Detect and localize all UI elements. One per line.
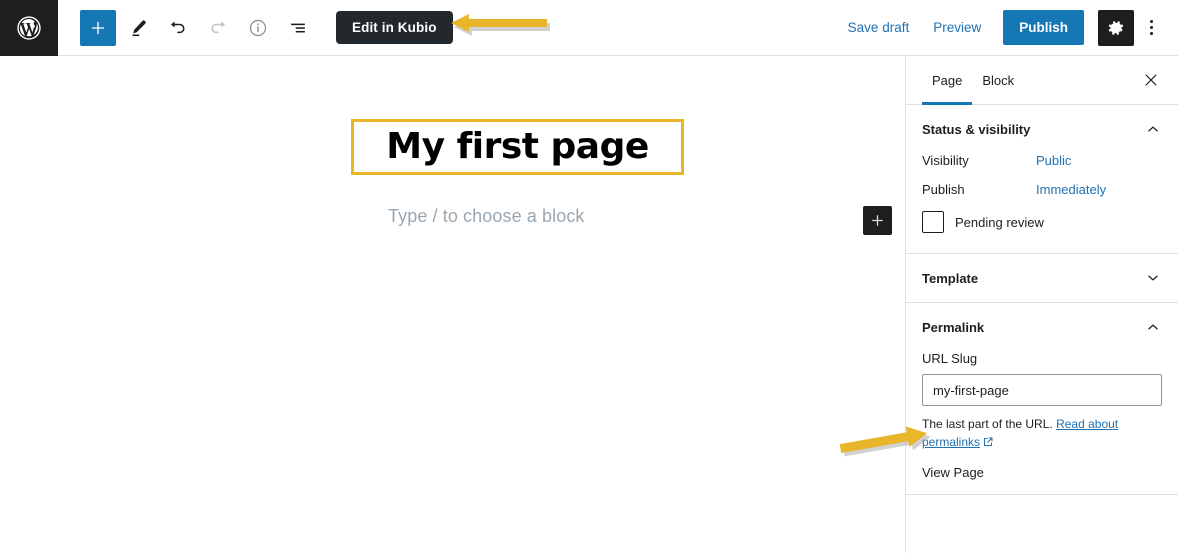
panel-template: Template [906,254,1178,303]
panel-template-toggle[interactable]: Template [922,254,1162,302]
publish-date-button[interactable]: Immediately [1036,182,1106,197]
plus-icon [872,215,883,226]
tab-block[interactable]: Block [972,56,1024,104]
redo-arrow-icon [211,20,226,33]
settings-sidebar: Page Block Status & visibility Visibilit… [906,56,1178,553]
permalink-help-prefix: The last part of the URL. [922,417,1053,431]
undo-button[interactable] [160,10,196,46]
editor-canvas: My first page Type / to choose a block [0,56,906,553]
publish-button[interactable]: Publish [1003,10,1084,45]
preview-button[interactable]: Preview [921,12,993,43]
panel-status-and-visibility: Status & visibility Visibility Public Pu… [906,105,1178,254]
panel-status-and-visibility-toggle[interactable]: Status & visibility [922,105,1162,153]
tab-page[interactable]: Page [922,56,973,105]
permalink-help-text: The last part of the URL. Read about per… [922,415,1162,451]
info-circle-icon [249,19,267,36]
url-slug-input[interactable] [922,374,1162,406]
post-title-highlight: My first page [351,119,684,175]
plus-icon [92,21,104,34]
edit-tools-mode[interactable] [120,10,156,46]
block-inserter-toggle[interactable] [80,9,116,46]
gear-icon [1108,20,1124,35]
paragraph-block-placeholder[interactable]: Type / to choose a block [388,206,585,227]
undo-arrow-icon [170,20,185,33]
save-draft-button[interactable]: Save draft [836,12,922,43]
panel-permalink-body: URL Slug The last part of the URL. Read … [922,351,1162,494]
editor-toolbar-left: Edit in Kubio [58,9,453,46]
publish-label: Publish [922,182,965,197]
more-vertical-dots-icon [1149,20,1153,35]
close-icon [1145,74,1157,86]
external-link-icon [984,437,993,446]
publish-row: Publish Immediately [922,182,1162,197]
list-view-icon [291,23,305,32]
visibility-value-button[interactable]: Public [1036,153,1071,168]
editor-top-bar: Edit in Kubio Save draft Preview Publish [0,0,1178,56]
sidebar-tab-list: Page Block [906,56,1178,105]
editor-toolbar-right: Save draft Preview Publish [836,9,1178,46]
wordpress-logo-icon[interactable] [0,0,58,56]
panel-permalink-toggle[interactable]: Permalink [922,303,1162,351]
visibility-label: Visibility [922,153,969,168]
visibility-row: Visibility Public [922,153,1162,168]
pending-review-label[interactable]: Pending review [955,215,1044,230]
panel-permalink: Permalink URL Slug The last part of the … [906,303,1178,495]
panel-title: Permalink [922,319,985,335]
post-title-field[interactable]: My first page [386,129,649,165]
wordpress-block-editor: Edit in Kubio Save draft Preview Publish… [0,0,1178,553]
panel-status-and-visibility-body: Visibility Public Publish Immediately Pe… [922,153,1162,253]
pencil-icon [132,20,146,36]
view-page-link[interactable]: View Page [922,465,1162,480]
details-button[interactable] [240,10,276,46]
panel-title: Status & visibility [922,121,1031,137]
list-view-button[interactable] [280,10,316,46]
edit-in-kubio-button[interactable]: Edit in Kubio [336,11,453,44]
settings-button[interactable] [1098,9,1134,46]
close-sidebar-button[interactable] [1134,63,1168,97]
chevron-down-icon [1148,275,1158,281]
chevron-up-icon [1148,126,1158,132]
url-slug-label: URL Slug [922,351,978,366]
inline-block-inserter-button[interactable] [863,206,892,235]
panel-title: Template [922,270,979,286]
more-options-button[interactable] [1136,10,1166,46]
redo-button[interactable] [200,10,236,46]
chevron-up-icon [1148,324,1158,330]
pending-review-row: Pending review [922,211,1162,233]
pending-review-checkbox[interactable] [922,211,944,233]
